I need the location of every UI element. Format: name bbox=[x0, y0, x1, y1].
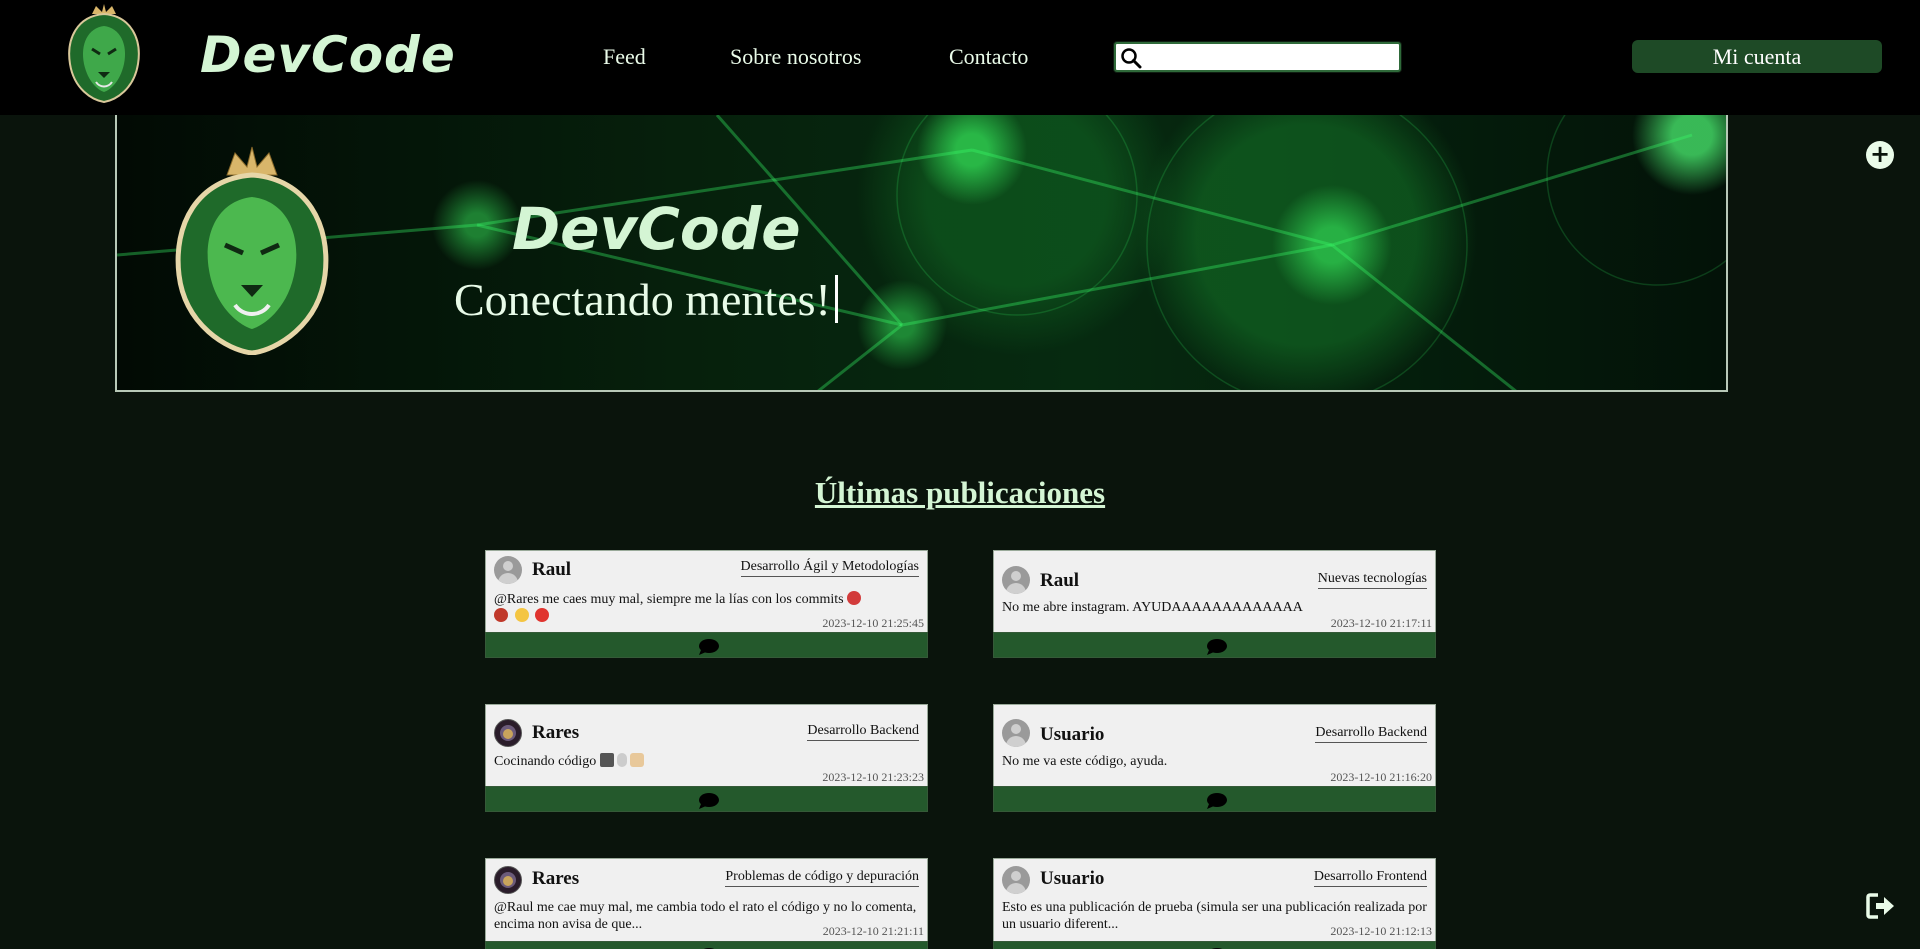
post-content: No me abre instagram. AYUDAAAAAAAAAAAAA bbox=[1002, 600, 1303, 615]
avatar[interactable] bbox=[1002, 866, 1030, 894]
post-footer bbox=[485, 941, 928, 949]
nav-sobre-nosotros[interactable]: Sobre nosotros bbox=[730, 44, 861, 70]
post-card[interactable]: Raul Nuevas tecnologías No me abre insta… bbox=[993, 550, 1436, 658]
angry-face-icon bbox=[847, 591, 862, 605]
post-card[interactable]: Rares Problemas de código y depuración @… bbox=[485, 858, 928, 949]
post-date: 2023-12-10 21:17:11 bbox=[1330, 616, 1432, 630]
post-card[interactable]: Rares Desarrollo Backend Cocinando códig… bbox=[485, 704, 928, 812]
post-author[interactable]: Rares bbox=[532, 722, 579, 744]
ogre-icon bbox=[494, 608, 508, 622]
post-category[interactable]: Problemas de código y depuración bbox=[725, 869, 919, 887]
post-author[interactable]: Usuario bbox=[1040, 868, 1104, 890]
post-card[interactable]: Raul Desarrollo Ágil y Metodologías @Rar… bbox=[485, 550, 928, 658]
nav-contacto[interactable]: Contacto bbox=[949, 44, 1028, 70]
angry-red-face-icon bbox=[535, 608, 549, 622]
post-date: 2023-12-10 21:25:45 bbox=[822, 616, 924, 630]
add-post-button[interactable]: + bbox=[1866, 141, 1894, 169]
post-author[interactable]: Raul bbox=[532, 559, 571, 581]
comment-icon[interactable] bbox=[1206, 638, 1228, 655]
network-background bbox=[117, 115, 1726, 390]
post-date: 2023-12-10 21:12:13 bbox=[1330, 924, 1432, 938]
post-category[interactable]: Nuevas tecnologías bbox=[1317, 571, 1427, 589]
top-navbar: DevCode Feed Sobre nosotros Contacto Mi … bbox=[0, 0, 1920, 115]
lion-avatar-icon bbox=[500, 725, 516, 741]
nav-feed[interactable]: Feed bbox=[603, 44, 646, 70]
hero-banner: DevCode Conectando mentes! bbox=[115, 115, 1728, 392]
comment-icon[interactable] bbox=[1206, 792, 1228, 809]
post-category[interactable]: Desarrollo Ágil y Metodologías bbox=[740, 559, 919, 577]
post-category[interactable]: Desarrollo Backend bbox=[807, 723, 919, 741]
laptop-icon bbox=[599, 753, 614, 767]
plus-circle-icon: + bbox=[1869, 140, 1891, 168]
post-category[interactable]: Desarrollo Frontend bbox=[1313, 869, 1427, 887]
post-author[interactable]: Rares bbox=[532, 868, 579, 890]
brand-name[interactable]: DevCode bbox=[200, 26, 456, 84]
post-author[interactable]: Usuario bbox=[1040, 724, 1104, 746]
avatar[interactable] bbox=[1002, 566, 1030, 594]
my-account-button[interactable]: Mi cuenta bbox=[1632, 40, 1882, 73]
post-content: No me va este código, ayuda. bbox=[1002, 754, 1168, 769]
comment-icon[interactable] bbox=[698, 792, 720, 809]
avatar[interactable] bbox=[494, 556, 522, 584]
search-box[interactable] bbox=[1114, 42, 1401, 72]
comment-icon[interactable] bbox=[698, 638, 720, 655]
post-date: 2023-12-10 21:23:23 bbox=[822, 770, 924, 784]
post-card[interactable]: Usuario Desarrollo Backend No me va este… bbox=[993, 704, 1436, 812]
avatar[interactable] bbox=[494, 866, 522, 894]
lion-emblem bbox=[175, 146, 329, 355]
lion-avatar-icon bbox=[500, 872, 516, 888]
post-footer bbox=[993, 941, 1436, 949]
post-date: 2023-12-10 21:21:11 bbox=[822, 924, 924, 938]
post-footer bbox=[485, 786, 928, 812]
post-content: Cocinando código bbox=[494, 753, 919, 770]
section-title: Últimas publicaciones bbox=[814, 475, 1106, 510]
search-input[interactable] bbox=[1146, 46, 1396, 68]
mouse-icon bbox=[616, 753, 627, 767]
logout-icon[interactable] bbox=[1866, 893, 1896, 919]
post-footer bbox=[993, 786, 1436, 812]
search-icon bbox=[1121, 48, 1142, 69]
post-footer bbox=[485, 632, 928, 658]
typing-caret bbox=[834, 275, 838, 323]
post-date: 2023-12-10 21:16:20 bbox=[1330, 770, 1432, 784]
banner-tagline: Conectando mentes! bbox=[454, 273, 838, 326]
avatar[interactable] bbox=[1002, 719, 1030, 747]
post-card[interactable]: Usuario Desarrollo Frontend Esto es una … bbox=[993, 858, 1436, 949]
post-author[interactable]: Raul bbox=[1040, 570, 1079, 592]
avatar[interactable] bbox=[494, 719, 522, 747]
post-footer bbox=[993, 632, 1436, 658]
lion-logo[interactable] bbox=[62, 4, 146, 104]
post-category[interactable]: Desarrollo Backend bbox=[1315, 725, 1427, 743]
banner-title: DevCode bbox=[512, 195, 801, 263]
flushed-face-icon bbox=[514, 608, 529, 622]
bandage-icon bbox=[629, 753, 644, 767]
